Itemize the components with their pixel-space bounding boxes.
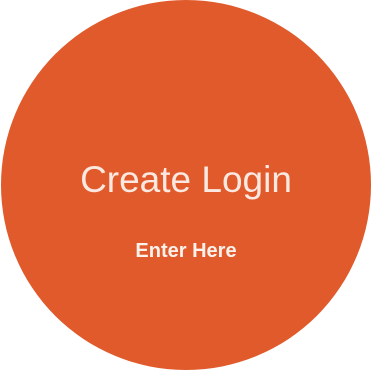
page-canvas: Create Login Enter Here bbox=[0, 0, 372, 370]
enter-here-label: Enter Here bbox=[135, 240, 237, 262]
create-login-title: Create Login bbox=[80, 159, 292, 200]
create-login-button[interactable]: Create Login Enter Here bbox=[1, 0, 371, 370]
